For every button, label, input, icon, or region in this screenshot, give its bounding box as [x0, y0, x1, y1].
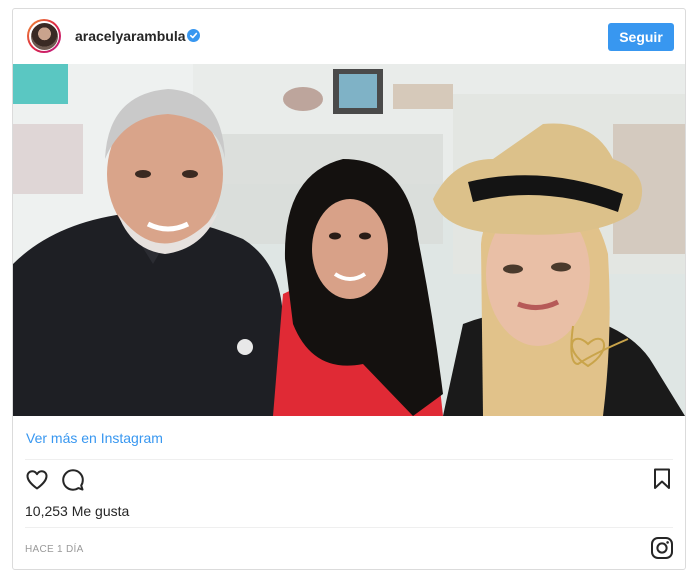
likes-count[interactable]: 10,253 Me gusta: [25, 503, 129, 519]
avatar[interactable]: [27, 19, 61, 53]
instagram-embed-card: aracelyarambula Seguir Ver más en Instag…: [12, 8, 686, 570]
instagram-logo-icon[interactable]: [649, 535, 675, 561]
username-link[interactable]: aracelyarambula: [75, 28, 186, 44]
heart-icon[interactable]: [24, 467, 50, 493]
divider: [25, 459, 673, 460]
view-more-on-instagram-link[interactable]: Ver más en Instagram: [26, 430, 163, 446]
verified-badge-icon: [187, 29, 200, 42]
follow-button[interactable]: Seguir: [608, 23, 674, 51]
comment-bubble-icon[interactable]: [60, 467, 86, 493]
post-header: aracelyarambula Seguir: [13, 9, 685, 65]
post-timestamp: HACE 1 DÍA: [25, 544, 84, 555]
post-photo[interactable]: [13, 64, 685, 416]
bookmark-icon[interactable]: [651, 467, 673, 491]
divider: [25, 527, 673, 528]
